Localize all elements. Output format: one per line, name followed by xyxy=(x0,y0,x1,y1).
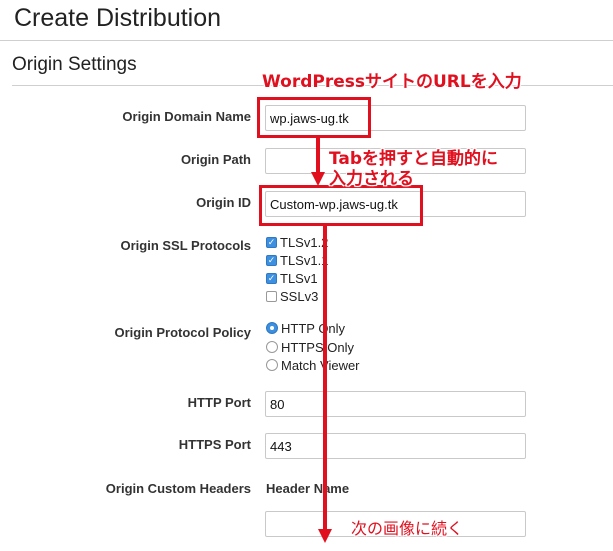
arrow-down-icon xyxy=(311,172,325,186)
title-divider xyxy=(0,40,613,41)
ssl-option-label: TLSv1 xyxy=(280,270,318,286)
protocol-option-http-only[interactable]: HTTP Only xyxy=(266,320,345,336)
arrow-down-icon xyxy=(318,529,332,543)
http-port-label: HTTP Port xyxy=(187,395,251,410)
https-port-input[interactable] xyxy=(265,433,526,459)
origin-domain-name-label: Origin Domain Name xyxy=(122,109,251,124)
ssl-option-tlsv1-1[interactable]: ✓ TLSv1.1 xyxy=(266,252,328,268)
checkbox-checked-icon[interactable]: ✓ xyxy=(266,236,277,248)
protocol-option-label: HTTPS Only xyxy=(281,339,354,355)
radio-unselected-icon[interactable] xyxy=(266,341,278,353)
protocol-option-label: Match Viewer xyxy=(281,357,360,373)
section-title: Origin Settings xyxy=(12,54,137,75)
checkbox-unchecked-icon[interactable] xyxy=(266,290,277,302)
radio-selected-icon[interactable] xyxy=(266,322,278,334)
ssl-option-label: TLSv1.1 xyxy=(280,252,329,268)
https-port-label: HTTPS Port xyxy=(178,437,251,452)
ssl-option-label: TLSv1.2 xyxy=(280,234,329,250)
annotation-enter-url: WordPressサイトのURLを入力 xyxy=(262,72,522,92)
protocol-option-https-only[interactable]: HTTPS Only xyxy=(266,339,354,355)
origin-path-label: Origin Path xyxy=(180,152,251,167)
header-name-column-label: Header Name xyxy=(266,481,350,496)
arrow-continue-shaft xyxy=(323,226,327,530)
http-port-input[interactable] xyxy=(265,391,526,417)
page-title: Create Distribution xyxy=(14,4,222,32)
radio-unselected-icon[interactable] xyxy=(266,359,278,371)
protocol-option-label: HTTP Only xyxy=(281,320,346,336)
origin-id-label: Origin ID xyxy=(196,195,251,210)
domain-highlight-box xyxy=(257,97,371,138)
ssl-option-tlsv1[interactable]: ✓ TLSv1 xyxy=(266,270,318,286)
origin-ssl-protocols-label: Origin SSL Protocols xyxy=(120,238,251,253)
arrow-to-origin-id-shaft xyxy=(316,138,320,172)
protocol-option-match-viewer[interactable]: Match Viewer xyxy=(266,357,360,373)
origin-custom-headers-label: Origin Custom Headers xyxy=(105,481,251,496)
annotation-continued: 次の画像に続く xyxy=(351,519,464,538)
ssl-option-label: SSLv3 xyxy=(280,288,319,304)
ssl-option-sslv3[interactable]: SSLv3 xyxy=(266,288,318,304)
origin-id-highlight-box xyxy=(259,185,423,226)
checkbox-checked-icon[interactable]: ✓ xyxy=(266,254,277,266)
origin-protocol-policy-label: Origin Protocol Policy xyxy=(114,325,251,340)
ssl-option-tlsv1-2[interactable]: ✓ TLSv1.2 xyxy=(266,234,328,250)
annotation-tab-autofill-line2: 入力される xyxy=(329,169,414,189)
checkbox-checked-icon[interactable]: ✓ xyxy=(266,272,277,284)
